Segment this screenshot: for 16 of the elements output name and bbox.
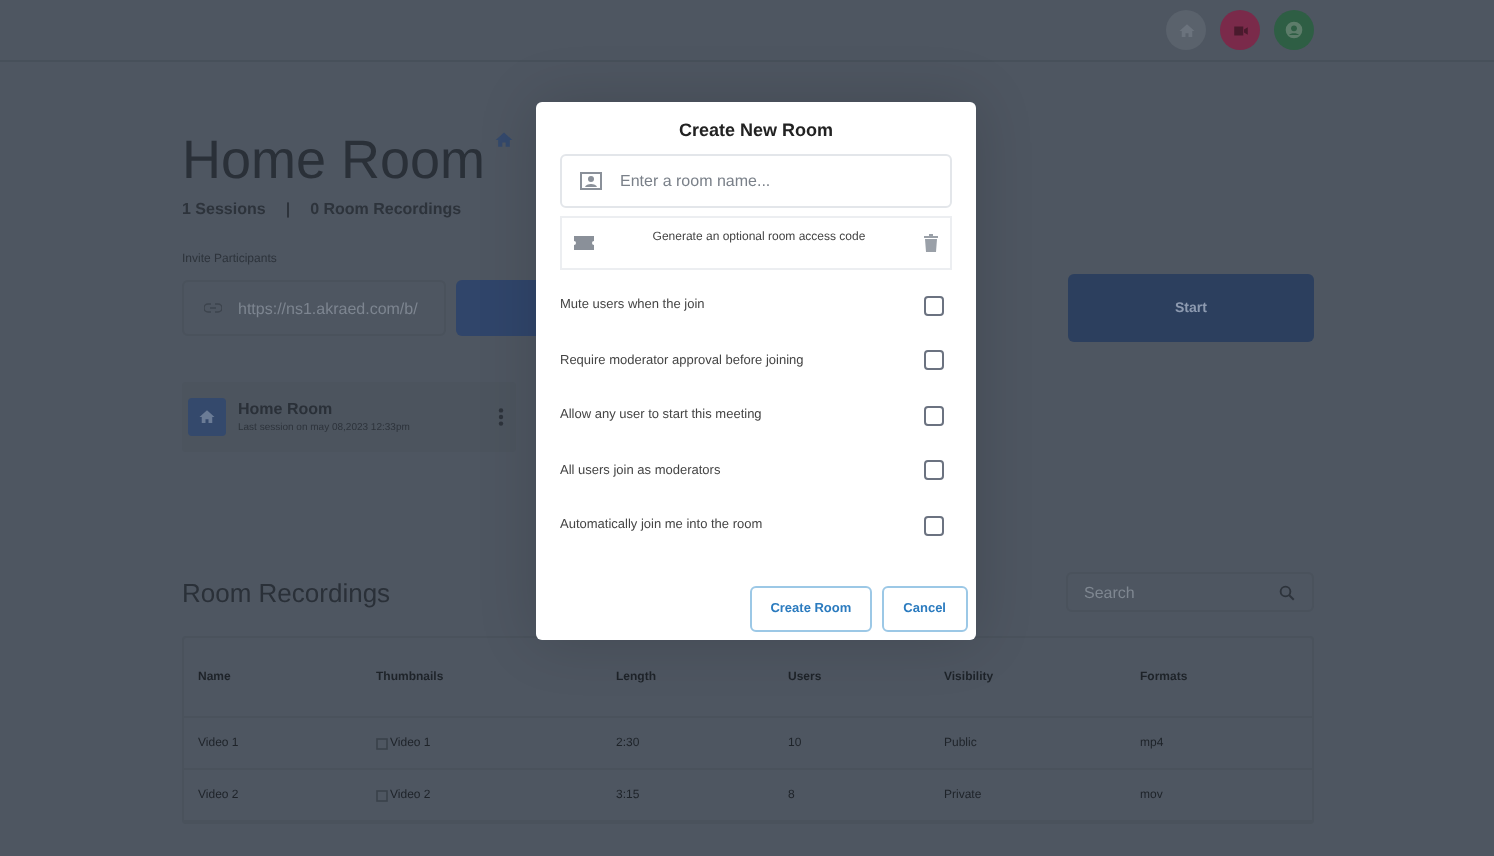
checkbox[interactable] (924, 295, 944, 316)
trash-icon[interactable] (924, 234, 938, 252)
checkbox[interactable] (924, 460, 944, 481)
search-icon (1278, 583, 1296, 601)
id-card-icon (580, 172, 602, 190)
checkbox[interactable] (924, 515, 944, 536)
separator: | (285, 200, 291, 218)
ticket-icon (574, 236, 594, 250)
user-icon (1284, 20, 1304, 40)
home-icon (198, 408, 216, 426)
video-camera-icon (1231, 21, 1249, 39)
home-icon (493, 130, 514, 150)
room-name-field[interactable]: Enter a room name... (560, 154, 952, 208)
dialog-title: Create New Room (676, 120, 836, 140)
checkbox[interactable] (924, 405, 944, 426)
checkbox[interactable] (924, 350, 944, 371)
